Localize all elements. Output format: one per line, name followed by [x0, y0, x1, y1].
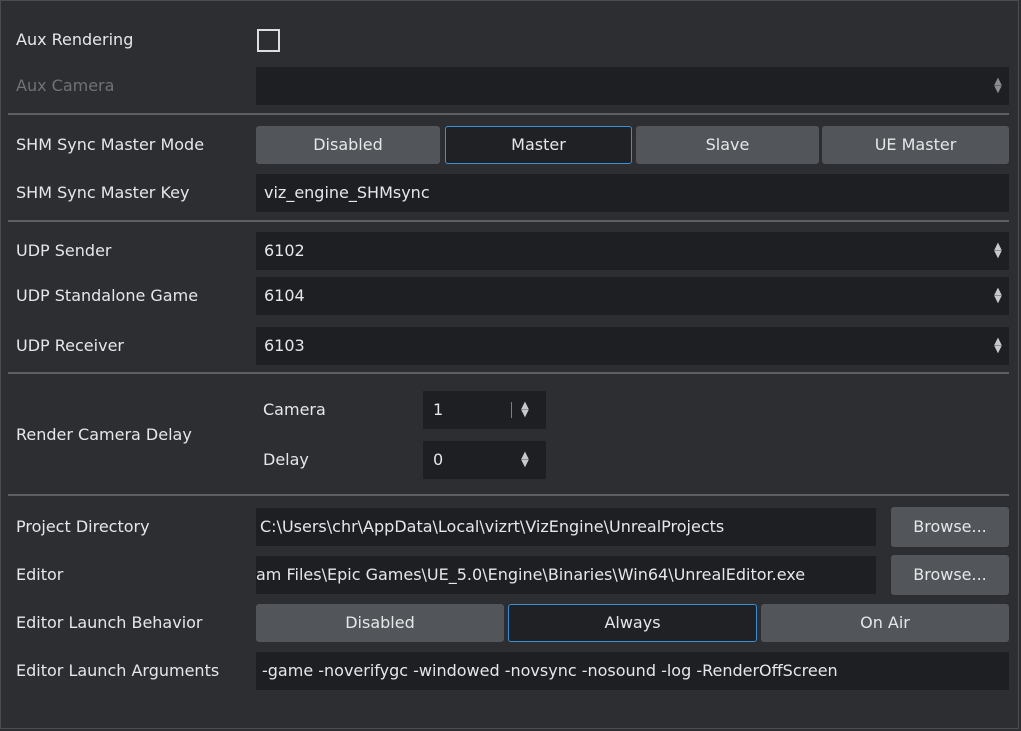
aux-rendering-checkbox[interactable] [257, 29, 280, 52]
spinbox-divider [511, 402, 512, 418]
project-directory-row: Project Directory C:\Users\chr\AppData\L… [16, 507, 1009, 547]
udp-standalone-row: UDP Standalone Game 6104 ▲ ▼ [16, 277, 1009, 315]
up-down-arrows-icon[interactable]: ▲ ▼ [993, 337, 1003, 355]
udp-receiver-label: UDP Receiver [16, 336, 124, 355]
udp-standalone-spinbox[interactable]: 6104 ▲ ▼ [256, 277, 1009, 315]
shm-mode-label: SHM Sync Master Mode [16, 135, 205, 154]
udp-sender-value: 6102 [264, 241, 305, 260]
section-divider [8, 220, 1009, 222]
aux-rendering-row: Aux Rendering [16, 21, 1009, 59]
shm-mode-disabled-button[interactable]: Disabled [256, 126, 440, 164]
udp-standalone-value: 6104 [264, 286, 305, 305]
editor-path-input[interactable]: am Files\Epic Games\UE_5.0\Engine\Binari… [256, 556, 876, 594]
up-down-arrows-icon[interactable]: ▲ ▼ [520, 401, 530, 419]
project-directory-browse-button[interactable]: Browse... [891, 507, 1009, 547]
shm-mode-slave-button[interactable]: Slave [636, 126, 819, 164]
launch-behavior-on-air-button[interactable]: On Air [761, 604, 1009, 642]
shm-mode-ue-master-button[interactable]: UE Master [822, 126, 1009, 164]
udp-receiver-row: UDP Receiver 6103 ▲ ▼ [16, 327, 1009, 365]
render-delay-camera-row: Camera 1 ▲ ▼ [16, 391, 1009, 429]
shm-key-input[interactable]: viz_engine_SHMsync [256, 174, 1009, 212]
section-divider [8, 494, 1009, 496]
project-directory-input[interactable]: C:\Users\chr\AppData\Local\vizrt\VizEngi… [256, 508, 876, 546]
editor-row: Editor am Files\Epic Games\UE_5.0\Engine… [16, 555, 1009, 595]
launch-args-row: Editor Launch Arguments -game -noverifyg… [16, 652, 1009, 690]
project-directory-label: Project Directory [16, 517, 150, 536]
editor-label: Editor [16, 565, 64, 584]
up-down-arrows-icon: ▲ ▼ [994, 76, 1002, 95]
launch-behavior-disabled-button[interactable]: Disabled [256, 604, 504, 642]
aux-camera-label: Aux Camera [16, 76, 115, 95]
section-divider [8, 113, 1009, 115]
render-delay-camera-value: 1 [433, 400, 444, 419]
section-divider [8, 372, 1009, 374]
launch-args-input[interactable]: -game -noverifygc -windowed -novsync -no… [256, 652, 1009, 690]
launch-args-label: Editor Launch Arguments [16, 661, 220, 680]
launch-behavior-always-button[interactable]: Always [508, 604, 757, 642]
udp-sender-spinbox[interactable]: 6102 ▲ ▼ [256, 232, 1009, 270]
shm-key-row: SHM Sync Master Key viz_engine_SHMsync [16, 174, 1009, 212]
udp-standalone-label: UDP Standalone Game [16, 286, 199, 305]
aux-camera-row: Aux Camera ▲ ▼ [16, 67, 1009, 105]
udp-receiver-spinbox[interactable]: 6103 ▲ ▼ [256, 327, 1009, 365]
render-delay-delay-value: 0 [433, 450, 444, 469]
launch-behavior-label: Editor Launch Behavior [16, 613, 203, 632]
aux-rendering-label: Aux Rendering [16, 30, 134, 49]
udp-sender-label: UDP Sender [16, 241, 112, 260]
render-delay-delay-row: Delay 0 ▲ ▼ [16, 441, 1009, 479]
up-down-arrows-icon[interactable]: ▲ ▼ [520, 451, 530, 469]
shm-mode-master-button[interactable]: Master [445, 126, 632, 164]
render-delay-camera-spinbox[interactable]: 1 ▲ ▼ [423, 391, 546, 429]
shm-key-label: SHM Sync Master Key [16, 183, 190, 202]
render-delay-delay-spinbox[interactable]: 0 ▲ ▼ [423, 441, 546, 479]
render-delay-camera-label: Camera [263, 400, 326, 419]
udp-receiver-value: 6103 [264, 336, 305, 355]
udp-sender-row: UDP Sender 6102 ▲ ▼ [16, 232, 1009, 270]
up-down-arrows-icon[interactable]: ▲ ▼ [993, 287, 1003, 305]
shm-mode-row: SHM Sync Master Mode Disabled Master Sla… [16, 126, 1009, 164]
editor-browse-button[interactable]: Browse... [891, 555, 1009, 595]
aux-camera-select[interactable]: ▲ ▼ [256, 67, 1009, 105]
render-delay-delay-label: Delay [263, 450, 309, 469]
up-down-arrows-icon[interactable]: ▲ ▼ [993, 242, 1003, 260]
launch-behavior-row: Editor Launch Behavior Disabled Always O… [16, 604, 1009, 642]
